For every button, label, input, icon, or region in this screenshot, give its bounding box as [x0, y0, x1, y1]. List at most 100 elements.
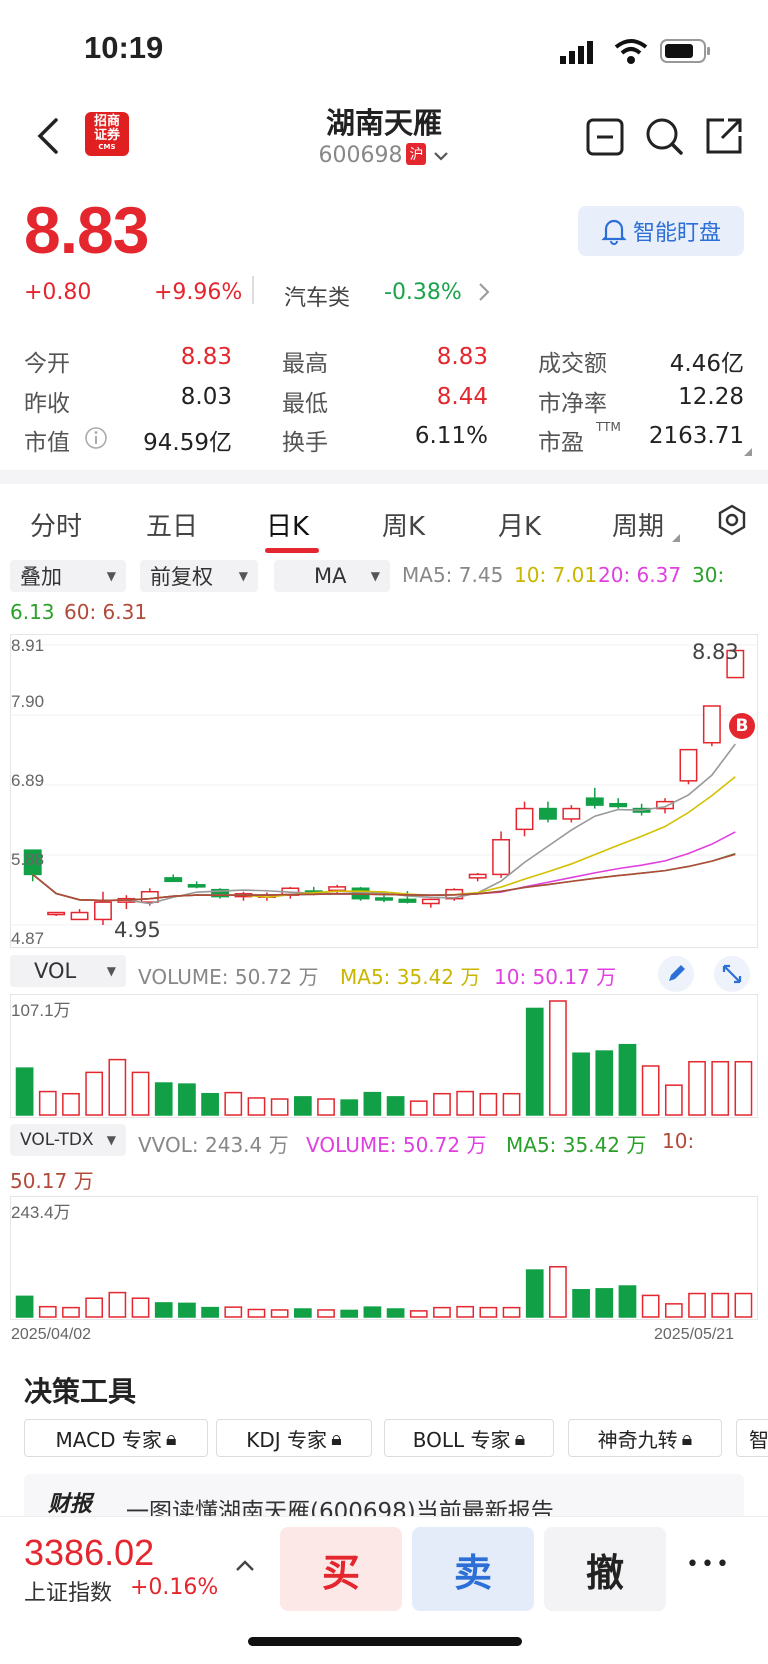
- minimize-icon: [586, 118, 624, 156]
- signal-icon: [560, 40, 598, 66]
- open-value: 8.83: [180, 344, 232, 370]
- indicator-dropdown[interactable]: MA ▼: [274, 560, 390, 592]
- ma30-label: 30:: [692, 563, 725, 587]
- vol-label: VOL: [34, 959, 77, 983]
- amount-value: 4.46亿: [669, 351, 744, 377]
- y-label-top: 8.91: [11, 636, 45, 655]
- vvol-bar: [641, 1294, 660, 1318]
- tool-macd-label: MACD 专家: [55, 1427, 162, 1452]
- candle: [702, 705, 721, 744]
- info-icon[interactable]: [84, 426, 108, 454]
- sector-name[interactable]: 汽车类: [284, 280, 350, 312]
- vol-max-label: 107.1万: [11, 1001, 71, 1020]
- index-change: +0.16%: [130, 1575, 219, 1600]
- adjust-dropdown[interactable]: 前复权 ▼: [140, 560, 258, 592]
- tool-macd[interactable]: MACD 专家 🔒︎: [24, 1419, 208, 1457]
- vol-dropdown[interactable]: VOL ▼: [10, 955, 126, 987]
- vvol-value: VVOL: 243.4 万: [138, 1133, 289, 1157]
- y-label-4: 5.88: [11, 850, 45, 869]
- vvol-bar: [201, 1306, 219, 1318]
- vvol-bar: [456, 1305, 475, 1318]
- tab-period[interactable]: 周期: [612, 506, 664, 543]
- vvol-bar: [178, 1302, 196, 1318]
- dropdown-arrow-icon: ▼: [106, 1133, 116, 1147]
- max-price-label: 8.83: [692, 640, 739, 664]
- volume-bar: [38, 1090, 57, 1116]
- index-name: 上证指数: [24, 1581, 113, 1606]
- tab-five-day[interactable]: 五日: [146, 506, 198, 543]
- tool-more[interactable]: 智: [736, 1419, 768, 1457]
- report-card[interactable]: 财报 一图读懂湖南天雁(600698)当前最新报告: [24, 1474, 744, 1516]
- tab-active-indicator: [265, 548, 319, 553]
- ma20-line: [32, 831, 736, 902]
- candle: [164, 877, 183, 883]
- tab-monthly-k[interactable]: 月K: [498, 506, 541, 543]
- volume-bar: [664, 1084, 683, 1116]
- tab-weekly-k[interactable]: 周K: [382, 506, 425, 543]
- pencil-icon: [669, 965, 685, 981]
- voltdx-dropdown[interactable]: VOL-TDX ▼: [10, 1124, 126, 1156]
- pb-label: 市净率: [538, 391, 607, 417]
- vol-ma10: 10: 50.17 万: [494, 965, 617, 989]
- volume-bar: [247, 1097, 266, 1116]
- kline-svg: [11, 644, 757, 926]
- vvol-max-label: 243.4万: [11, 1203, 71, 1222]
- y-label-2: 7.90: [11, 692, 45, 711]
- high-value: 8.83: [436, 344, 488, 370]
- volume-bar: [502, 1092, 521, 1116]
- volume-chart[interactable]: [10, 994, 758, 1118]
- low-value: 8.44: [436, 384, 488, 410]
- smart-watch-button[interactable]: 智能盯盘: [578, 206, 744, 256]
- vvol-bar: [131, 1297, 150, 1318]
- indicator-label: MA: [314, 564, 347, 588]
- tab-intraday[interactable]: 分时: [30, 506, 82, 543]
- kline-chart[interactable]: [10, 634, 758, 948]
- expand-corner-icon[interactable]: [744, 448, 752, 456]
- volume-bar: [178, 1083, 196, 1116]
- tool-boll[interactable]: BOLL 专家 🔒︎: [384, 1419, 554, 1457]
- buy-point-marker[interactable]: B: [729, 713, 755, 739]
- vvol-ma5: MA5: 35.42 万: [506, 1133, 647, 1157]
- candle: [562, 807, 581, 820]
- volume-svg: [15, 1000, 753, 1116]
- voltdx-label: VOL-TDX: [20, 1130, 94, 1150]
- buy-button[interactable]: 买: [280, 1527, 402, 1611]
- tool-nine-turn[interactable]: 神奇九转 🔒︎: [568, 1419, 722, 1457]
- cancel-order-button[interactable]: 撤: [544, 1527, 666, 1611]
- expand-up-button[interactable]: [234, 1558, 256, 1578]
- vvol-ma10: 50.17 万: [10, 1169, 94, 1193]
- draw-button[interactable]: [658, 956, 694, 992]
- voltdx-chart[interactable]: [10, 1196, 758, 1320]
- tool-nine-turn-label: 神奇九转: [597, 1427, 678, 1452]
- market-badge: 沪: [406, 143, 427, 165]
- tab-daily-k[interactable]: 日K: [266, 506, 309, 543]
- status-time: 10:19: [84, 30, 164, 65]
- dropdown-arrow-icon: ▼: [238, 569, 248, 583]
- tool-kdj[interactable]: KDJ 专家 🔒︎: [216, 1419, 372, 1457]
- settings-icon: [718, 504, 746, 536]
- price-change: +0.80: [24, 280, 92, 305]
- vvol-bar: [85, 1297, 104, 1318]
- volume-bar: [456, 1090, 475, 1116]
- vvol-bar: [340, 1309, 359, 1318]
- more-button[interactable]: •••: [686, 1552, 731, 1577]
- volume-bar: [688, 1060, 706, 1116]
- share-button[interactable]: [704, 116, 744, 156]
- chart-settings-button[interactable]: [716, 504, 748, 540]
- sell-button[interactable]: 卖: [412, 1527, 534, 1611]
- pb-value: 12.28: [678, 384, 744, 410]
- index-value[interactable]: 3386.02: [24, 1532, 154, 1574]
- chevron-right-icon[interactable]: [478, 282, 490, 306]
- overlay-label: 叠加: [20, 565, 62, 589]
- volume-bar: [525, 1007, 544, 1116]
- minimize-button[interactable]: [586, 118, 624, 156]
- search-button[interactable]: [644, 116, 684, 156]
- price-change-pct: +9.96%: [154, 280, 243, 305]
- fullscreen-button[interactable]: [714, 956, 750, 992]
- overlay-dropdown[interactable]: 叠加 ▼: [10, 560, 126, 592]
- volume-bar: [409, 1100, 428, 1116]
- ma10-value: 10: 7.01: [514, 563, 598, 587]
- vvol-bar: [549, 1266, 567, 1318]
- volume-bar: [154, 1082, 173, 1116]
- lock-icon: 🔒︎: [165, 1426, 177, 1450]
